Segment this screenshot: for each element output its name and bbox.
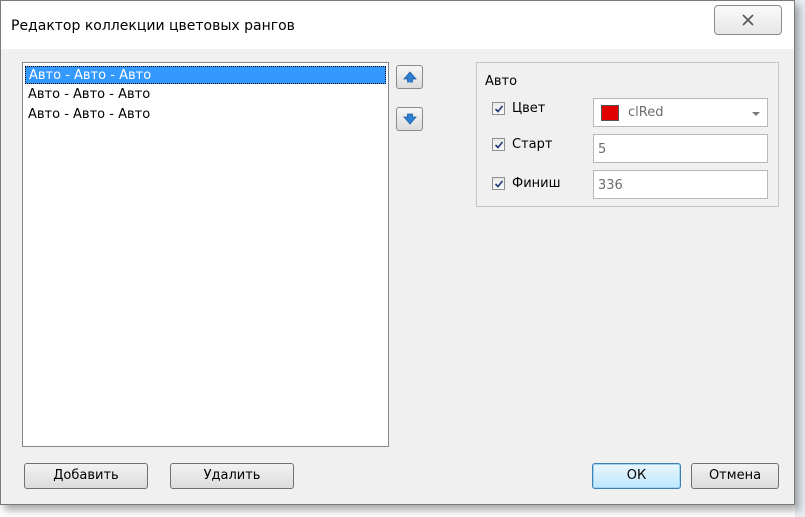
finish-checkbox[interactable] <box>492 177 505 190</box>
list-item[interactable]: Авто - Авто - Авто <box>25 66 386 84</box>
window-title: Редактор коллекции цветовых рангов <box>11 18 295 34</box>
color-checkbox[interactable] <box>492 102 505 115</box>
start-checkbox[interactable] <box>492 138 505 151</box>
range-listbox[interactable]: Авто - Авто - Авто Авто - Авто - Авто Ав… <box>22 62 389 447</box>
close-icon <box>715 9 781 32</box>
close-button[interactable] <box>714 5 782 35</box>
color-range-collection-dialog: Редактор коллекции цветовых рангов Авто … <box>0 0 795 505</box>
delete-button[interactable]: Удалить <box>170 463 294 489</box>
move-up-button[interactable] <box>396 65 423 89</box>
checkmark-icon <box>494 105 504 113</box>
finish-field[interactable]: 336 <box>593 170 768 199</box>
list-item[interactable]: Авто - Авто - Авто <box>25 106 386 124</box>
background-app-edge <box>795 0 805 517</box>
start-value: 5 <box>598 142 607 157</box>
color-value: clRed <box>628 105 664 120</box>
checkmark-icon <box>494 141 504 149</box>
arrow-down-icon <box>403 113 417 125</box>
color-label: Цвет <box>512 101 546 116</box>
start-field[interactable]: 5 <box>593 134 768 163</box>
arrow-up-icon <box>403 71 417 83</box>
add-button[interactable]: Добавить <box>24 463 148 489</box>
chevron-down-icon <box>752 112 760 116</box>
title-bar: Редактор коллекции цветовых рангов <box>1 1 794 49</box>
checkmark-icon <box>494 180 504 188</box>
move-down-button[interactable] <box>396 107 423 131</box>
finish-value: 336 <box>598 178 623 193</box>
color-select[interactable]: clRed <box>593 98 768 127</box>
list-item[interactable]: Авто - Авто - Авто <box>25 86 386 104</box>
cancel-button[interactable]: Отмена <box>691 463 779 489</box>
ok-button[interactable]: ОК <box>592 463 681 489</box>
finish-label: Финиш <box>512 176 561 191</box>
start-label: Старт <box>512 137 553 152</box>
group-label: Авто <box>485 74 518 89</box>
color-swatch <box>601 105 619 121</box>
